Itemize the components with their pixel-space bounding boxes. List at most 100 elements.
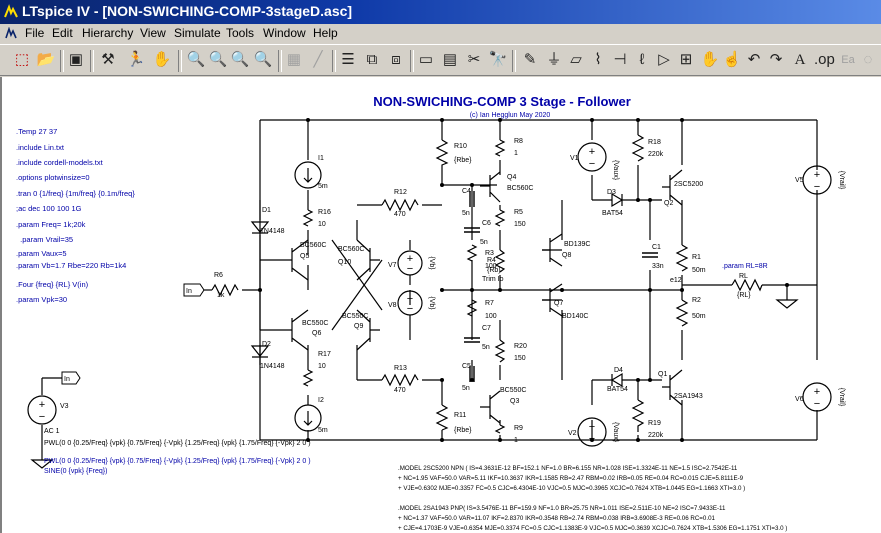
- value-c4: 5n: [462, 210, 470, 217]
- drag-icon[interactable]: ☝: [722, 50, 742, 70]
- label-d4: D4: [614, 367, 623, 374]
- value-r16: 10: [318, 221, 326, 228]
- toolbar-separator: [278, 50, 282, 72]
- inductor-icon[interactable]: ℓ: [632, 50, 652, 70]
- directive[interactable]: ;ac dec 100 100 1G: [16, 204, 82, 213]
- value-rl: {RL}: [737, 292, 751, 299]
- resistor-r6: [211, 283, 239, 297]
- menu-simulate[interactable]: Simulate: [174, 26, 221, 40]
- tile-vertical-icon[interactable]: ⧉: [362, 50, 382, 70]
- directive[interactable]: .param Vb=1.7 Rbe=220 Rb=1k4: [16, 261, 126, 270]
- directive[interactable]: .tran 0 {1/freq} {1m/freq} {0.1m/freq}: [16, 189, 135, 198]
- menu-window[interactable]: Window: [263, 26, 306, 40]
- directive[interactable]: .include cordell-models.txt: [16, 158, 104, 167]
- svg-text:+: +: [814, 169, 820, 181]
- resistor-r8: [494, 139, 506, 157]
- capacitors: [464, 191, 658, 382]
- v3-sine-directive[interactable]: SINE(0 {vpk} {Freq}): [44, 468, 107, 475]
- label-icon[interactable]: ▱: [566, 50, 586, 70]
- wire-icon[interactable]: ✎: [520, 50, 540, 70]
- label-r7: R7: [485, 300, 494, 307]
- close-window-icon[interactable]: ⧈: [386, 50, 406, 70]
- directive[interactable]: .param Vpk=30: [16, 295, 67, 304]
- label-r12: R12: [394, 189, 407, 196]
- value-r19: 220k: [648, 432, 664, 439]
- model-line[interactable]: + VJE=0.6302 MJE=0.3357 FC=0.5 CJC=6.430…: [398, 485, 745, 492]
- menu-bar: File Edit Hierarchy View Simulate Tools …: [0, 24, 881, 44]
- find-icon[interactable]: 🔭: [488, 50, 508, 70]
- pan-icon[interactable]: 🔍: [208, 50, 228, 70]
- run-icon[interactable]: 🏃: [126, 50, 146, 70]
- directive[interactable]: .include Lin.txt: [16, 143, 65, 152]
- label-r5: R5: [514, 209, 523, 216]
- zoom-cancel-icon[interactable]: 🔍: [253, 50, 273, 70]
- schematic-canvas[interactable]: NON-SWICHING-COMP 3 Stage - Follower (c)…: [0, 77, 881, 533]
- port-in-label: In: [186, 288, 192, 295]
- model-line[interactable]: + NC=1.95 VAF=50.0 VAR=5.11 IKF=10.3637 …: [398, 475, 744, 482]
- model-line[interactable]: .MODEL 2SA1943 PNP( IS=3.5476E-11 BF=159…: [398, 505, 726, 512]
- rotate-icon[interactable]: ◌: [858, 50, 878, 70]
- label-v3: V3: [60, 403, 69, 410]
- model-line[interactable]: + NC=1.37 VAF=50.0 VAR=11.07 IKF=2.8370 …: [398, 515, 716, 522]
- resistor-icon[interactable]: ⌇: [588, 50, 608, 70]
- resistor-r3: [466, 244, 478, 262]
- save-icon[interactable]: ▣: [66, 50, 86, 70]
- toolbar: ⬚ 📂 ▣ ⚒ 🏃 ✋ 🔍 🔍 🔍 🔍 ▦ ╱ ☰ ⧉ ⧈ ▭ ▤ ✂ 🔭 ✎ …: [0, 44, 881, 76]
- zoom-out-icon[interactable]: 🔍: [230, 50, 250, 70]
- v3-pwl-directive[interactable]: PWL(0 0 {0.25/Freq} {vpk} {0.75/Freq} {-…: [44, 458, 311, 465]
- model-line[interactable]: .MODEL 2SC5200 NPN ( IS=4.3631E-12 BF=15…: [398, 465, 738, 472]
- menu-hierarchy[interactable]: Hierarchy: [82, 26, 133, 40]
- open-icon[interactable]: 📂: [36, 50, 56, 70]
- label-v2: V2: [568, 430, 577, 437]
- resistor-r17: [302, 369, 314, 387]
- tile-horizontal-icon[interactable]: ☰: [338, 50, 358, 70]
- mirror-icon[interactable]: Ea: [838, 50, 858, 70]
- svg-text:+: +: [589, 146, 595, 158]
- svg-text:+: +: [39, 399, 45, 411]
- menu-tools[interactable]: Tools: [226, 26, 254, 40]
- model-line[interactable]: + CJE=4.1703E-9 VJE=0.6354 MJE=0.3374 FC…: [398, 525, 787, 532]
- component-icon[interactable]: ⊞: [676, 50, 696, 70]
- resistor-r13: [381, 373, 419, 387]
- directive[interactable]: .Four {freq} {RL} V(in): [16, 280, 89, 289]
- directive[interactable]: .param Vaux=5: [16, 249, 67, 258]
- directive[interactable]: .param Freq= 1k;20k: [16, 220, 86, 229]
- print-preview-icon[interactable]: ▤: [440, 50, 460, 70]
- resistor-r2: [675, 299, 689, 327]
- diode-icon[interactable]: ▷: [654, 50, 674, 70]
- directive[interactable]: .options plotwinsize=0: [16, 173, 90, 182]
- ground-icon[interactable]: ⏚: [544, 50, 564, 70]
- capacitor-icon[interactable]: ⊣: [610, 50, 630, 70]
- directive[interactable]: .param Vrail=35: [16, 235, 73, 244]
- scissors-icon[interactable]: ✂: [464, 50, 484, 70]
- menu-view[interactable]: View: [140, 26, 166, 40]
- print-icon[interactable]: ▭: [416, 50, 436, 70]
- zoom-in-icon[interactable]: 🔍: [186, 50, 206, 70]
- value-c1: 33n: [652, 263, 664, 270]
- label-i1: I1: [318, 155, 324, 162]
- undo-icon[interactable]: ↶: [744, 50, 764, 70]
- control-panel-icon[interactable]: ⚒: [98, 50, 118, 70]
- label-q1: Q1: [658, 371, 667, 378]
- redo-icon[interactable]: ↷: [766, 50, 786, 70]
- move-icon[interactable]: ✋: [700, 50, 720, 70]
- value-r8: 1: [514, 150, 518, 157]
- bode-icon[interactable]: ╱: [308, 50, 328, 70]
- menu-help[interactable]: Help: [313, 26, 338, 40]
- new-schematic-icon[interactable]: ⬚: [12, 50, 32, 70]
- menu-file[interactable]: File: [25, 26, 44, 40]
- param-rl-directive[interactable]: .param RL=8R: [722, 263, 768, 270]
- document-icon[interactable]: [4, 27, 18, 41]
- menu-edit[interactable]: Edit: [52, 26, 73, 40]
- value-q7: BD140C: [562, 313, 588, 320]
- autorange-icon[interactable]: ▦: [284, 50, 304, 70]
- label-r16: R16: [318, 209, 331, 216]
- text-icon[interactable]: A: [790, 50, 810, 70]
- value-r9: 1: [514, 437, 518, 444]
- directive[interactable]: .Temp 27 37: [16, 127, 57, 136]
- spice-directive-icon[interactable]: .op: [814, 50, 835, 70]
- halt-icon[interactable]: ✋: [152, 50, 172, 70]
- title-bar: LTspice IV - [NON-SWICHING-COMP-3stageD.…: [0, 0, 881, 24]
- resistor-rl: [731, 278, 763, 292]
- value-v2: {Vaux}: [612, 422, 619, 443]
